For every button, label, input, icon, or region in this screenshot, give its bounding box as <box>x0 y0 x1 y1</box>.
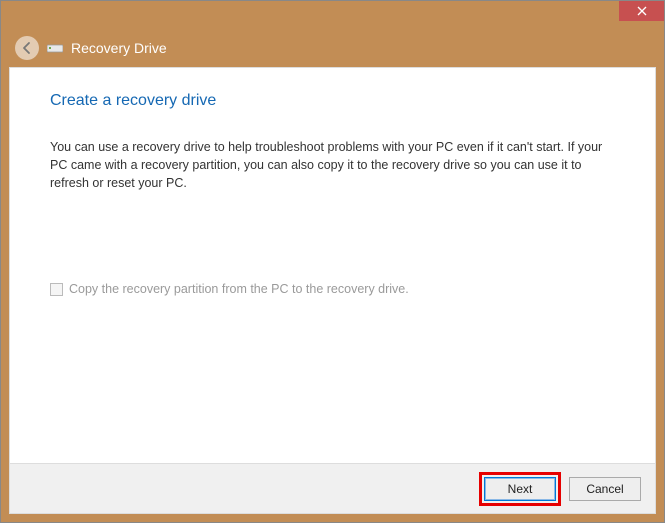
back-button[interactable] <box>15 36 39 60</box>
content-area: Create a recovery drive You can use a re… <box>9 67 656 514</box>
content-body: Create a recovery drive You can use a re… <box>10 68 655 463</box>
checkbox-label: Copy the recovery partition from the PC … <box>69 282 409 296</box>
checkbox-row: Copy the recovery partition from the PC … <box>50 282 615 296</box>
close-icon <box>637 6 647 16</box>
drive-icon <box>47 42 63 54</box>
page-heading: Create a recovery drive <box>50 92 615 110</box>
cancel-button[interactable]: Cancel <box>569 477 641 501</box>
back-arrow-icon <box>20 41 34 55</box>
next-button[interactable]: Next <box>484 477 556 501</box>
titlebar <box>1 1 664 29</box>
window-title: Recovery Drive <box>71 40 167 56</box>
footer: Next Cancel <box>10 463 655 513</box>
close-button[interactable] <box>619 1 664 21</box>
description-text: You can use a recovery drive to help tro… <box>50 138 615 192</box>
wizard-window: Recovery Drive Create a recovery drive Y… <box>0 0 665 523</box>
next-button-highlight: Next <box>479 472 561 506</box>
header: Recovery Drive <box>1 29 664 67</box>
copy-partition-checkbox[interactable] <box>50 283 63 296</box>
